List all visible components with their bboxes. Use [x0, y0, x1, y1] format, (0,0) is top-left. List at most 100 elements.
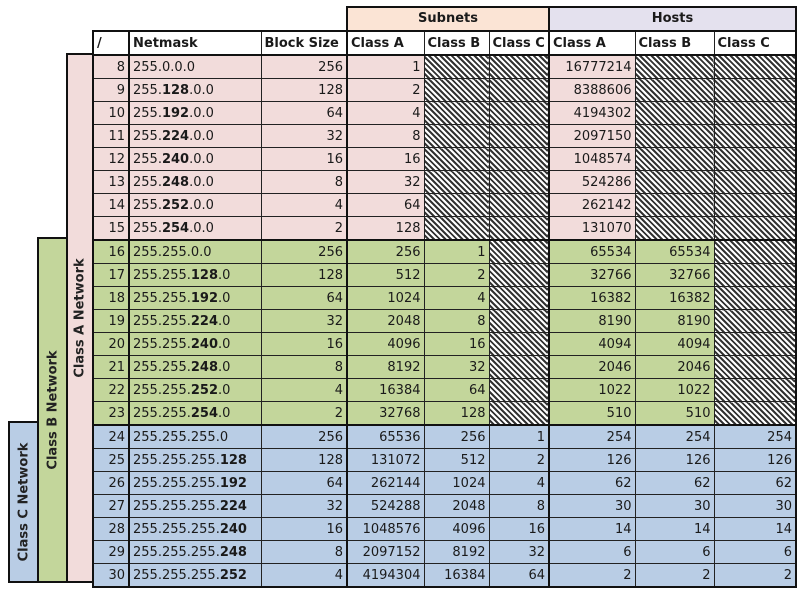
subnets-class-b-cell: 16384	[423, 563, 490, 588]
netmask-bold-part: 224	[161, 128, 190, 144]
netmask-bold-part: 128	[161, 82, 190, 98]
subnets-class-a-cell: 131072	[346, 448, 425, 472]
table-row: 23 255.255.254.0 2 32768 128 510 510	[92, 401, 797, 426]
hosts-class-c-cell-not-applicable	[713, 239, 797, 264]
hosts-class-c-header: Class C	[713, 30, 797, 56]
netmask-cell: 255.255.255.240	[128, 517, 262, 541]
subnets-class-b-cell: 4096	[423, 517, 490, 541]
subnets-class-c-cell-not-applicable	[488, 332, 550, 356]
netmask-tail-part: 0.0.0	[161, 59, 196, 75]
hosts-class-a-cell: 1022	[548, 378, 636, 402]
subnets-class-c-cell-not-applicable	[488, 78, 550, 102]
netmask-tail-part: .0.0	[189, 174, 214, 190]
hosts-class-a-cell: 65534	[548, 239, 636, 264]
hosts-class-c-cell-not-applicable	[713, 309, 797, 333]
cidr-cell: 10	[92, 101, 130, 125]
netmask-bold-part: 224	[190, 313, 219, 329]
netmask-plain-part: 255.255.	[133, 336, 191, 352]
subnets-class-b-header: Class B	[423, 30, 490, 56]
subnets-group-header: Subnets	[346, 6, 550, 32]
netmask-header: Netmask	[128, 30, 262, 56]
netmask-cell: 255.255.255.128	[128, 448, 262, 472]
subnets-class-a-header: Class A	[346, 30, 425, 56]
netmask-plain-part: 255.255.	[133, 405, 191, 421]
netmask-bold-part: 254	[161, 220, 190, 236]
subnets-class-b-cell-not-applicable	[423, 101, 490, 125]
hosts-class-b-cell-not-applicable	[634, 216, 715, 241]
hosts-class-a-cell: 16777214	[548, 54, 636, 79]
netmask-cell: 255.255.255.192	[128, 471, 262, 495]
table-row: 16 255.255.0.0 256 256 1 65534 65534	[92, 239, 797, 264]
hosts-class-a-cell: 510	[548, 401, 636, 426]
block-size-cell: 4	[260, 378, 348, 402]
table-row: 22 255.255.252.0 4 16384 64 1022 1022	[92, 378, 797, 402]
subnets-class-c-cell-not-applicable	[488, 216, 550, 241]
hosts-class-b-cell: 62	[634, 471, 715, 495]
subnets-class-a-cell: 2048	[346, 309, 425, 333]
table-row: 17 255.255.128.0 128 512 2 32766 32766	[92, 263, 797, 287]
subnets-class-c-cell: 32	[488, 540, 550, 564]
netmask-cell: 255.255.248.0	[128, 355, 262, 379]
hosts-class-b-cell: 65534	[634, 239, 715, 264]
subnets-class-c-cell-not-applicable	[488, 193, 550, 217]
table-row: 20 255.255.240.0 16 4096 16 4094 4094	[92, 332, 797, 356]
subnets-class-c-cell: 16	[488, 517, 550, 541]
netmask-cell: 255.252.0.0	[128, 193, 262, 217]
hosts-class-a-cell: 4094	[548, 332, 636, 356]
class-c-network-label: Class C Network	[16, 442, 31, 562]
netmask-bold-part: 192	[190, 290, 219, 306]
hosts-class-b-cell: 32766	[634, 263, 715, 287]
subnets-class-b-cell: 8192	[423, 540, 490, 564]
netmask-bold-part: 248	[219, 544, 247, 560]
subnets-class-c-header: Class C	[488, 30, 550, 56]
hosts-class-b-cell: 510	[634, 401, 715, 426]
table-row: 13 255.248.0.0 8 32 524286	[92, 170, 797, 194]
subnets-class-c-cell: 4	[488, 471, 550, 495]
subnets-class-a-cell: 65536	[346, 424, 425, 449]
hosts-class-b-cell: 254	[634, 424, 715, 449]
hosts-class-b-cell-not-applicable	[634, 101, 715, 125]
hosts-class-a-cell: 30	[548, 494, 636, 518]
netmask-bold-part: 254	[190, 405, 219, 421]
netmask-plain-part: 255.255.	[133, 382, 191, 398]
netmask-cell: 255.255.252.0	[128, 378, 262, 402]
subnets-class-a-cell: 128	[346, 216, 425, 241]
hosts-class-a-cell: 6	[548, 540, 636, 564]
netmask-tail-part: .0	[218, 290, 231, 306]
table-row: 12 255.240.0.0 16 16 1048574	[92, 147, 797, 171]
subnets-class-a-cell: 2	[346, 78, 425, 102]
hosts-class-b-cell-not-applicable	[634, 54, 715, 79]
cidr-cell: 9	[92, 78, 130, 102]
subnets-class-c-cell-not-applicable	[488, 239, 550, 264]
subnets-class-b-cell-not-applicable	[423, 193, 490, 217]
subnets-class-b-cell: 4	[423, 286, 490, 310]
cidr-cell: 19	[92, 309, 130, 333]
table-row: 14 255.252.0.0 4 64 262142	[92, 193, 797, 217]
table-row: 15 255.254.0.0 2 128 131070	[92, 216, 797, 241]
netmask-plain-part: 255.	[133, 220, 162, 236]
netmask-cell: 255.248.0.0	[128, 170, 262, 194]
hosts-class-a-cell: 524286	[548, 170, 636, 194]
netmask-cell: 255.192.0.0	[128, 101, 262, 125]
subnets-class-a-cell: 32768	[346, 401, 425, 426]
netmask-plain-part: 255.255.	[133, 313, 191, 329]
subnets-class-c-cell: 1	[488, 424, 550, 449]
netmask-plain-part: 255.255.255.	[133, 475, 220, 491]
subnets-class-a-cell: 512	[346, 263, 425, 287]
hosts-class-c-cell-not-applicable	[713, 286, 797, 310]
block-size-cell: 32	[260, 309, 348, 333]
subnets-class-a-cell: 16384	[346, 378, 425, 402]
hosts-class-a-cell: 8388606	[548, 78, 636, 102]
subnets-class-c-cell-not-applicable	[488, 124, 550, 148]
subnets-class-c-cell-not-applicable	[488, 401, 550, 426]
subnets-class-b-cell: 8	[423, 309, 490, 333]
hosts-class-c-cell-not-applicable	[713, 401, 797, 426]
subnets-class-a-cell: 262144	[346, 471, 425, 495]
subnets-class-c-cell-not-applicable	[488, 170, 550, 194]
cidr-header: /	[92, 30, 130, 56]
hosts-class-a-cell: 14	[548, 517, 636, 541]
cidr-cell: 23	[92, 401, 130, 426]
subnets-class-b-cell: 1	[423, 239, 490, 264]
subnets-class-c-cell-not-applicable	[488, 101, 550, 125]
hosts-class-a-cell: 131070	[548, 216, 636, 241]
